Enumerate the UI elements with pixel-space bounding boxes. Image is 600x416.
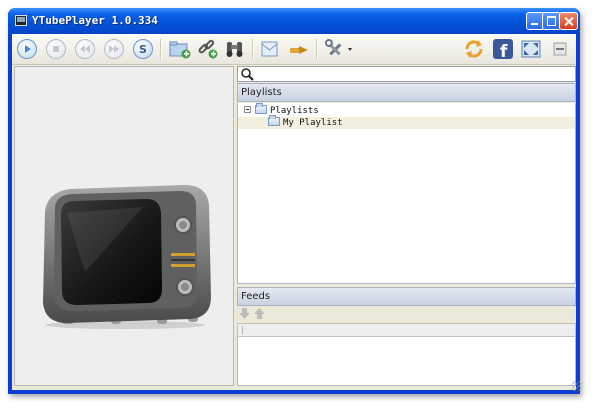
next-icon bbox=[109, 45, 119, 53]
add-link-button[interactable] bbox=[197, 38, 219, 60]
tv-placeholder-image bbox=[43, 185, 211, 329]
collapse-icon[interactable] bbox=[244, 106, 251, 113]
refresh-button[interactable] bbox=[463, 38, 485, 60]
play-button[interactable] bbox=[16, 38, 38, 60]
library-pane: Playlists Playlists My Playlist Feeds bbox=[237, 66, 576, 386]
previous-icon bbox=[80, 45, 90, 53]
feeds-list[interactable] bbox=[237, 337, 576, 386]
feeds-toolbar bbox=[237, 306, 576, 322]
tree-node-label: My Playlist bbox=[283, 118, 343, 128]
tools-icon bbox=[325, 39, 352, 56]
add-folder-button[interactable] bbox=[169, 38, 191, 60]
tree-node-label: Playlists bbox=[270, 106, 319, 116]
video-pane[interactable] bbox=[14, 66, 234, 386]
tree-node-my-playlist[interactable]: My Playlist bbox=[238, 115, 575, 129]
window-title: YTubePlayer 1.0.334 bbox=[32, 14, 158, 27]
move-down-icon[interactable] bbox=[239, 307, 251, 320]
search-box[interactable] bbox=[237, 66, 576, 82]
app-window: YTubePlayer 1.0.334 S f Playlists Playli… bbox=[8, 8, 580, 394]
play-icon bbox=[25, 45, 31, 53]
feeds-column-header[interactable] bbox=[237, 323, 576, 337]
search-input[interactable] bbox=[256, 67, 556, 81]
shuffle-button[interactable]: S bbox=[132, 38, 154, 60]
svg-text:S: S bbox=[139, 43, 147, 55]
move-up-icon[interactable] bbox=[254, 307, 266, 320]
tree-node-playlists[interactable]: Playlists bbox=[244, 103, 564, 117]
compact-mode-button[interactable] bbox=[549, 38, 571, 60]
status-bar bbox=[12, 386, 576, 390]
binoculars-icon bbox=[226, 42, 243, 57]
folder-icon bbox=[268, 115, 280, 126]
client-area: S f Playlists Playlists My Playlist Feed… bbox=[12, 34, 576, 390]
export-button[interactable] bbox=[288, 38, 310, 60]
shuffle-icon: S bbox=[139, 43, 147, 55]
import-button[interactable] bbox=[259, 38, 281, 60]
playlists-header: Playlists bbox=[237, 83, 576, 102]
feeds-header: Feeds bbox=[237, 287, 576, 306]
fullscreen-icon bbox=[521, 40, 541, 58]
add-folder-icon bbox=[169, 41, 191, 59]
tools-menu-button[interactable] bbox=[323, 38, 355, 60]
facebook-icon: f bbox=[493, 39, 513, 60]
stop-button[interactable] bbox=[45, 38, 67, 60]
playlists-tree[interactable]: Playlists My Playlist bbox=[237, 103, 576, 284]
title-bar[interactable]: YTubePlayer 1.0.334 bbox=[8, 8, 580, 34]
main-toolbar: S f bbox=[12, 34, 576, 65]
previous-button[interactable] bbox=[74, 38, 96, 60]
minimize-icon bbox=[553, 42, 567, 56]
search-button[interactable] bbox=[224, 38, 246, 60]
export-icon bbox=[290, 46, 308, 54]
stop-icon bbox=[53, 46, 59, 52]
app-icon bbox=[15, 15, 27, 26]
add-link-icon bbox=[198, 39, 218, 59]
refresh-icon bbox=[465, 40, 483, 58]
fullscreen-button[interactable] bbox=[520, 38, 542, 60]
close-window-button[interactable] bbox=[559, 12, 578, 30]
folder-open-icon bbox=[255, 103, 267, 114]
search-icon bbox=[241, 68, 254, 81]
next-button[interactable] bbox=[103, 38, 125, 60]
resize-grip[interactable] bbox=[572, 381, 582, 391]
import-icon bbox=[261, 41, 278, 57]
svg-text:f: f bbox=[500, 42, 508, 60]
facebook-button[interactable]: f bbox=[492, 38, 514, 60]
